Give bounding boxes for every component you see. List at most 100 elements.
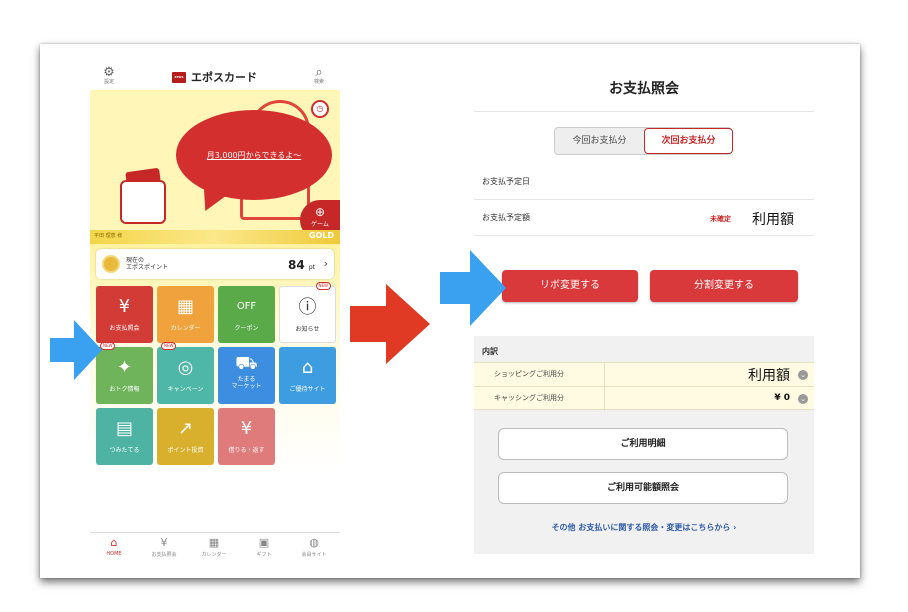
mascot-illustration <box>120 180 166 224</box>
yen-icon: ¥ <box>118 296 131 317</box>
chevron-right-icon: › <box>323 257 328 270</box>
shopping-label: ショッピングご利用分 <box>494 370 564 378</box>
tile-label: クーポン <box>234 325 259 332</box>
globe-icon: ◍ <box>309 536 319 549</box>
points-unit: pt <box>308 264 316 271</box>
target-icon: ◎ <box>177 357 194 378</box>
app-header: ⚙ 設定 EPOS エポスカード ⌕ 検索 <box>90 64 340 90</box>
shopping-row[interactable]: ショッピングご利用分 利用額 ⌄ <box>474 362 814 387</box>
tile-savings[interactable]: ▤ つみたてる <box>96 408 153 465</box>
payment-inquiry-screen: お支払照会 今回お支払分 次回お支払分 お支払予定日 お支払予定額 未確定 利用… <box>474 64 814 554</box>
available-amount-button[interactable]: ご利用可能額照会 <box>498 472 788 504</box>
tile-label: ポイント投資 <box>167 447 204 454</box>
home-icon: ⌂ <box>110 536 118 549</box>
hero-link[interactable]: 月3,000円からできるよ～ <box>178 150 330 161</box>
brand: EPOS エポスカード <box>172 69 257 85</box>
tile-borrow-repay[interactable]: ¥ 借りる・返す <box>218 408 275 465</box>
nav-member-site[interactable]: ◍ 会員サイト <box>294 536 334 559</box>
nav-label: 会員サイト <box>301 552 327 558</box>
coupon-icon: OFF <box>236 301 257 312</box>
search-button[interactable]: ⌕ 検索 <box>304 66 334 86</box>
screenshot-frame: ⚙ 設定 EPOS エポスカード ⌕ 検索 ◷ 月3,000円からできるよ～ ⊕ <box>40 44 860 578</box>
tile-label: たまる マーケット <box>231 376 262 390</box>
divider <box>604 363 605 387</box>
game-label: ゲーム <box>311 221 329 228</box>
search-label: 検索 <box>313 79 324 85</box>
calendar-icon: ▦ <box>176 296 194 317</box>
tile-benefits-site[interactable]: ⌂ ご優待サイト <box>279 347 336 404</box>
installment-change-button[interactable]: 分割変更する <box>650 270 798 302</box>
nav-payment[interactable]: ¥ お支払照会 <box>144 536 184 559</box>
blue-arrow-right-screen <box>440 250 506 326</box>
bottom-nav: ⌂ HOME ¥ お支払照会 ▦ カレンダー ▣ ギフト ◍ 会員サイト <box>90 532 340 564</box>
epos-home-screen: ⚙ 設定 EPOS エポスカード ⌕ 検索 ◷ 月3,000円からできるよ～ ⊕ <box>90 64 340 564</box>
chevron-down-icon[interactable]: ⌄ <box>798 394 808 404</box>
tile-label: キャンペーン <box>167 386 204 393</box>
tab-next-payment[interactable]: 次回お支払分 <box>644 128 733 154</box>
nav-label: HOME <box>106 551 122 557</box>
chevron-down-icon[interactable]: ⌄ <box>798 370 808 380</box>
nav-home[interactable]: ⌂ HOME <box>94 536 134 558</box>
points-label: 現在の エポスポイント <box>126 257 169 271</box>
gamepad-icon: ⊕ <box>314 205 326 219</box>
points-value: 84 pt <box>288 258 315 272</box>
gold-badge: GOLD <box>308 231 334 240</box>
revolving-change-button[interactable]: リボ変更する <box>502 270 638 302</box>
tile-label: つみたてる <box>109 447 140 454</box>
tile-notifications[interactable]: NEW ⓘ お知らせ <box>279 282 336 343</box>
gift-icon: ▣ <box>258 536 270 549</box>
cart-icon: ⛟ <box>235 353 258 374</box>
coin-icon <box>102 255 120 273</box>
nav-calendar[interactable]: ▦ カレンダー <box>194 537 234 559</box>
tile-deals[interactable]: NEW ✦ おトク情報 <box>96 342 153 404</box>
nav-gift[interactable]: ▣ ギフト <box>244 536 284 559</box>
due-amount-label: お支払予定額 <box>482 213 530 222</box>
search-icon: ⌕ <box>315 65 323 80</box>
tile-payment-inquiry[interactable]: ¥ お支払照会 <box>96 286 153 343</box>
new-badge: NEW <box>100 342 116 350</box>
tile-coupon[interactable]: OFF クーポン <box>218 286 275 343</box>
other-inquiries-link[interactable]: その他 お支払いに関する照会・変更はこちらから › <box>474 522 814 533</box>
divider <box>604 387 605 411</box>
tab-current-payment[interactable]: 今回お支払分 <box>555 128 644 154</box>
nav-label: カレンダー <box>201 552 227 558</box>
red-arrow-right <box>350 284 430 364</box>
tile-campaign[interactable]: NEW ◎ キャンペーン <box>157 342 214 404</box>
due-date-row: お支払予定日 <box>474 164 814 200</box>
tile-point-investment[interactable]: ↗ ポイント投資 <box>157 408 214 465</box>
cashing-label: キャッシングご利用分 <box>494 394 564 402</box>
gear-icon: ⚙ <box>103 65 115 80</box>
cashing-row[interactable]: キャッシングご利用分 ¥ 0 ⌄ <box>474 386 814 411</box>
usage-details-button[interactable]: ご利用明細 <box>498 428 788 460</box>
member-band: 平田 理恵 様 GOLD <box>90 230 340 244</box>
tile-market[interactable]: ⛟ たまる マーケット <box>218 347 275 404</box>
sparkle-icon: ✦ <box>116 357 133 378</box>
divider <box>474 111 814 112</box>
tile-label: おトク情報 <box>109 386 140 393</box>
game-button[interactable]: ⊕ ゲーム <box>300 200 340 230</box>
new-badge: NEW <box>315 282 331 290</box>
nav-label: ギフト <box>256 552 272 558</box>
page-title: お支払照会 <box>609 81 679 97</box>
trend-up-icon: ↗ <box>177 418 194 439</box>
shopping-value: 利用額 <box>748 368 790 384</box>
status-badge: 未確定 <box>710 215 731 223</box>
due-date-label: お支払予定日 <box>482 177 530 186</box>
points-card[interactable]: 現在の エポスポイント 84 pt › <box>96 249 334 279</box>
breakdown-title: 内訳 <box>482 347 498 356</box>
phone-yen-icon: ¥ <box>240 418 253 439</box>
tile-label: お支払照会 <box>109 325 140 332</box>
member-name: 平田 理恵 様 <box>94 233 123 239</box>
tile-label: カレンダー <box>170 325 201 332</box>
brand-name: エポスカード <box>191 71 257 84</box>
blocks-icon: ▤ <box>115 418 133 439</box>
notice-icon: ⓘ <box>298 297 317 318</box>
settings-button[interactable]: ⚙ 設定 <box>94 66 124 86</box>
tile-label: お知らせ <box>295 326 320 333</box>
yen-icon: ¥ <box>160 536 168 549</box>
nav-label: お支払照会 <box>151 552 177 558</box>
due-amount-row: お支払予定額 未確定 利用額 <box>474 200 814 236</box>
tile-calendar[interactable]: ▦ カレンダー <box>157 286 214 343</box>
hero-banner[interactable]: ◷ 月3,000円からできるよ～ ⊕ ゲーム <box>90 90 340 230</box>
blue-arrow-left <box>50 320 102 380</box>
